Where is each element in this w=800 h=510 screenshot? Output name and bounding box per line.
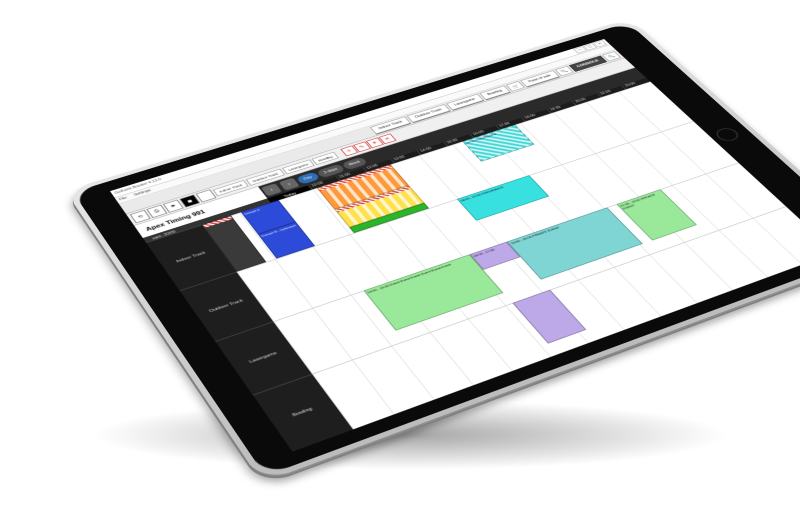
event-groupe-b[interactable]: Groupe B - Optionnel (257, 222, 315, 259)
event-laser-1[interactable]: 16:00 - 17:00 (469, 242, 520, 270)
schedule-grid[interactable]: GARAGE Groupe A Groupe B - Optionnel 19:… (202, 82, 800, 430)
track-list: Indoor Track Outdoor Track Lasergame Bow… (146, 225, 353, 452)
track-laser[interactable]: Lasergame (215, 321, 312, 394)
app-window: GoKarts Booker 4.13.0 — ▢ ✕ File Setting… (110, 39, 800, 452)
tablet-bezel: GoKarts Booker 4.13.0 — ▢ ✕ File Setting… (73, 22, 800, 476)
event-bowling-1[interactable] (512, 290, 587, 344)
track-bowling[interactable]: Bowling (253, 374, 353, 452)
scheduler-body: Indoor Track Outdoor Track Lasergame Bow… (146, 82, 800, 452)
event-garage[interactable]: GARAGE (202, 215, 267, 271)
track-indoor[interactable]: Indoor Track (146, 225, 236, 291)
home-button[interactable] (713, 126, 742, 143)
track-outdoor[interactable]: Outdoor Track (180, 272, 274, 341)
tablet-device: GoKarts Booker 4.13.0 — ▢ ✕ File Setting… (65, 18, 800, 482)
event-private-green[interactable]: 13:00 - 16:00 Event Event Event Event Ev… (363, 254, 503, 331)
